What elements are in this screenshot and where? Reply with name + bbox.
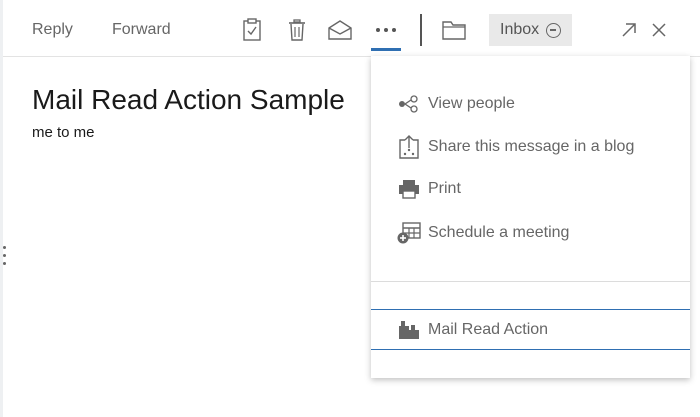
- menu-item-label: Print: [428, 180, 461, 197]
- lego-block-icon: [397, 318, 421, 342]
- resize-grip-icon[interactable]: [3, 246, 7, 268]
- menu-item-view-people[interactable]: View people: [371, 86, 690, 122]
- more-active-indicator: [371, 48, 401, 51]
- menu-item-label: View people: [428, 95, 515, 112]
- forward-button[interactable]: Forward: [112, 20, 171, 40]
- menu-divider: [371, 281, 690, 282]
- clipboard-check-icon[interactable]: [239, 17, 265, 43]
- calendar-add-icon: [397, 221, 421, 245]
- remove-circle-icon[interactable]: [546, 22, 562, 38]
- menu-item-label: Mail Read Action: [428, 320, 549, 338]
- menu-item-label: Schedule a meeting: [428, 224, 570, 241]
- more-icon[interactable]: [373, 17, 399, 43]
- reply-button[interactable]: Reply: [32, 20, 73, 40]
- more-actions-menu: View people Share this message in a blog: [371, 56, 690, 378]
- share-upload-icon: [397, 135, 421, 159]
- menu-item-schedule-meeting[interactable]: Schedule a meeting: [371, 215, 690, 251]
- folder-chip-inbox[interactable]: Inbox: [489, 14, 572, 46]
- toolbar: Reply Forward Inbox: [3, 0, 700, 57]
- menu-item-print[interactable]: Print: [371, 171, 690, 207]
- folder-icon[interactable]: [441, 17, 467, 43]
- message-from-to: me to me: [32, 124, 95, 141]
- people-graph-icon: [397, 92, 421, 116]
- folder-chip-label: Inbox: [500, 21, 540, 38]
- mail-read-window: Reply Forward Inbox Mail Read Action Sam…: [3, 0, 700, 417]
- menu-item-label: Share this message in a blog: [428, 138, 635, 155]
- menu-item-share-blog[interactable]: Share this message in a blog: [371, 129, 690, 165]
- printer-icon: [397, 177, 421, 201]
- message-subject: Mail Read Action Sample: [32, 84, 345, 115]
- envelope-open-icon[interactable]: [327, 17, 353, 43]
- menu-item-mail-read-action[interactable]: Mail Read Action: [371, 309, 690, 350]
- close-icon[interactable]: [646, 17, 672, 43]
- pop-out-icon[interactable]: [616, 17, 642, 43]
- toolbar-divider: [420, 14, 422, 46]
- trash-icon[interactable]: [284, 17, 310, 43]
